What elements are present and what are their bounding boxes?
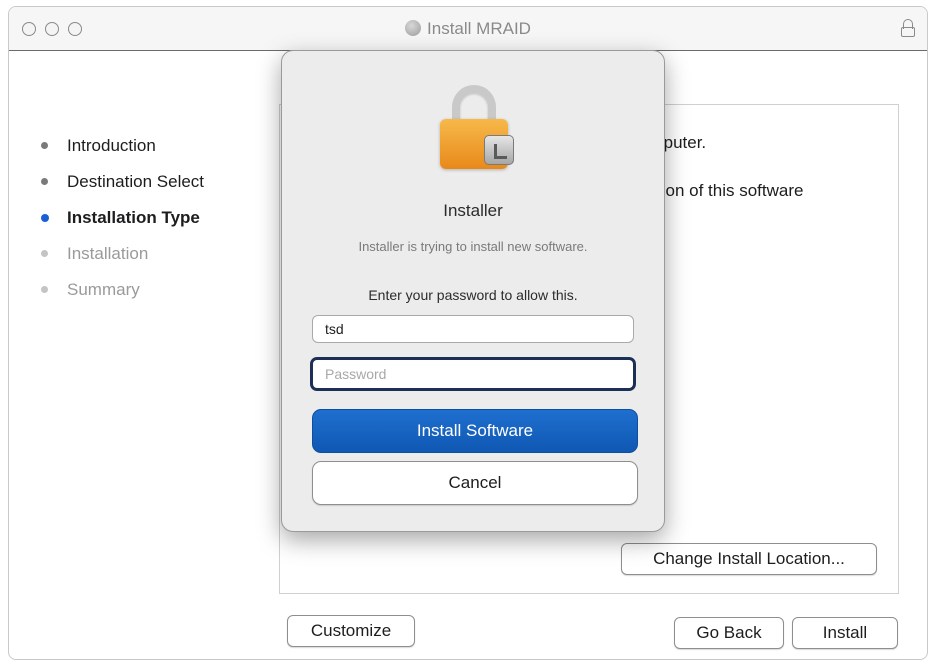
- change-install-location-button[interactable]: Change Install Location...: [621, 543, 877, 575]
- package-icon: [405, 20, 422, 36]
- username-field[interactable]: [312, 315, 634, 343]
- install-button[interactable]: Install: [792, 617, 898, 649]
- lock-icon[interactable]: [901, 19, 915, 37]
- window-title-group: Install MRAID: [9, 19, 927, 39]
- cancel-button[interactable]: Cancel: [312, 461, 638, 505]
- step-label: Introduction: [67, 136, 156, 155]
- step-label: Installation Type: [67, 208, 200, 227]
- step-installation-type: Installation Type: [39, 207, 204, 243]
- lock-icon: [440, 85, 520, 171]
- step-bullet-icon: [41, 178, 48, 185]
- customize-button[interactable]: Customize: [287, 615, 415, 647]
- dialog-title: Installer: [443, 201, 503, 220]
- title-bar: Install MRAID: [9, 7, 927, 51]
- step-label: Installation: [67, 244, 149, 263]
- installer-window: Install MRAID Introduction Destination S…: [8, 6, 928, 660]
- password-field[interactable]: [310, 357, 636, 391]
- step-bullet-icon: [41, 286, 48, 293]
- step-installation: Installation: [39, 243, 204, 279]
- window-title: Install MRAID: [427, 19, 531, 38]
- step-bullet-icon: [41, 142, 48, 149]
- step-destination-select: Destination Select: [39, 171, 204, 207]
- install-software-button[interactable]: Install Software: [312, 409, 638, 453]
- installer-steps: Introduction Destination Select Installa…: [39, 135, 204, 315]
- step-label: Destination Select: [67, 172, 205, 191]
- step-bullet-icon: [41, 214, 49, 222]
- dialog-prompt: Enter your password to allow this.: [368, 287, 578, 303]
- authentication-dialog: Installer Installer is trying to install…: [281, 50, 665, 532]
- step-bullet-icon: [41, 250, 48, 257]
- step-summary: Summary: [39, 279, 204, 315]
- step-introduction: Introduction: [39, 135, 204, 171]
- step-label: Summary: [67, 280, 140, 299]
- go-back-button[interactable]: Go Back: [674, 617, 784, 649]
- dialog-message: Installer is trying to install new softw…: [358, 239, 588, 254]
